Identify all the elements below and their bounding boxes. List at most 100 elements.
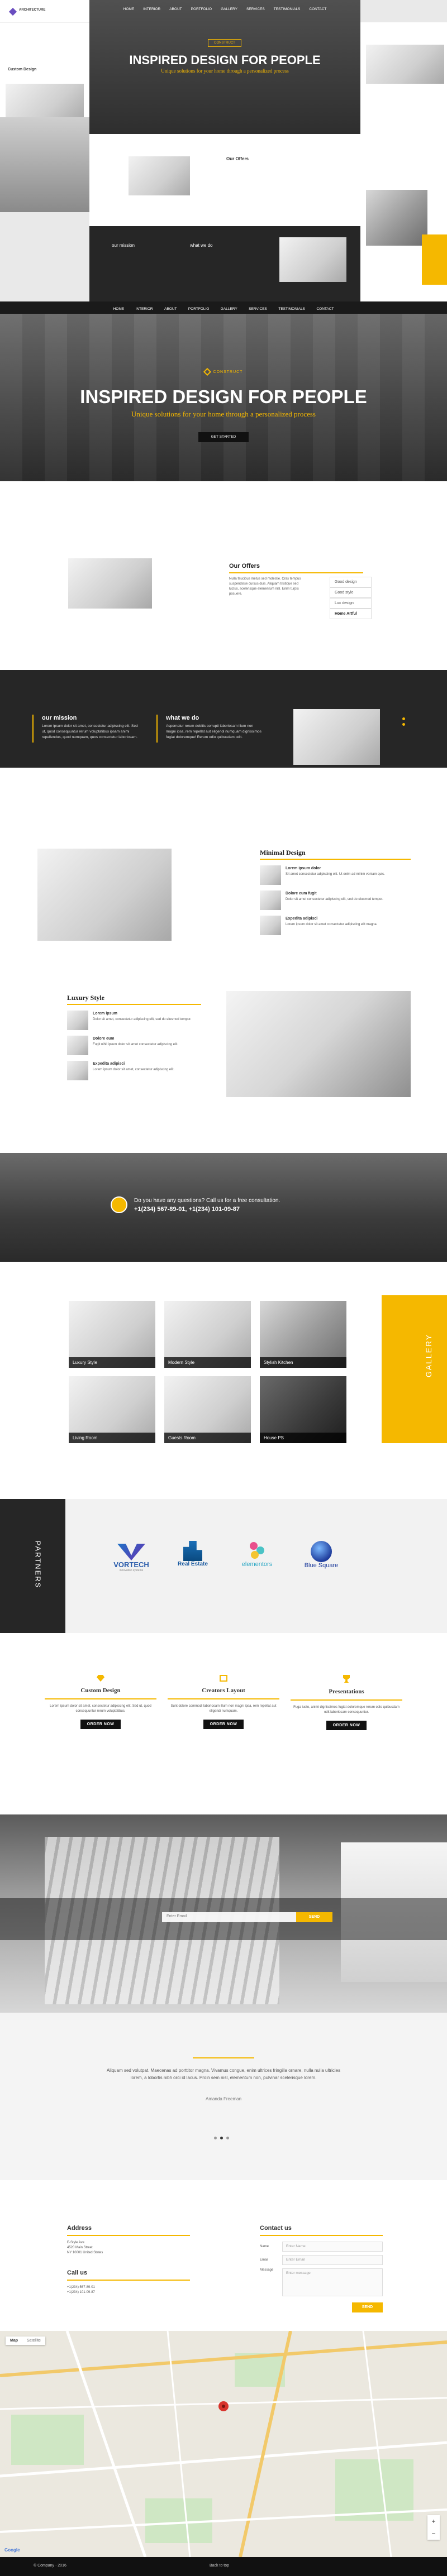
address-lines: E-Style Ave 4520 Main Street NY 10001 Un… [67,2240,103,2256]
service-card: Custom Design Lorem ipsum dolor sit amet… [45,1675,156,1729]
email-input[interactable]: Enter Email [162,1912,296,1922]
partners-tab-label: PARTNERS [34,1540,42,1589]
luxury-item-title: Dolore eum [93,1037,115,1041]
gallery-item-label: Modern Style [164,1357,251,1368]
order-now-button[interactable]: ORDER NOW [80,1720,121,1729]
gallery-section: Luxury Style Modern Style Stylish Kitche… [0,1295,447,1463]
map-canvas[interactable] [0,2331,447,2557]
back-to-top-link[interactable]: Back to top [210,2564,229,2568]
offers-list-item[interactable]: Lux design [330,598,372,609]
slider-dot[interactable] [402,717,405,720]
luxury-item-desc: Fugit nihil ipsum dolor sit amet consect… [93,1043,179,1046]
map-type-map[interactable]: Map [6,2336,22,2345]
mission-text: Lorem ipsum dolor sit amet, consectetur … [42,724,138,739]
offers-list-item-active[interactable]: Home Artful [330,609,372,619]
map-type-satellite[interactable]: Satellite [22,2336,45,2345]
luxury-divider [67,1004,201,1005]
diamond-icon [97,1675,104,1682]
luxury-item-thumb [67,1011,88,1030]
service-title: Creators Layout [202,1687,245,1694]
gallery-item[interactable]: House PS [260,1376,346,1443]
partner-realestate[interactable]: Real Estate [168,1541,218,1567]
gallery-item[interactable]: Luxury Style [69,1301,155,1368]
offers-list-item[interactable]: Good design [330,577,372,587]
gallery-item-label: Guests Room [164,1433,251,1443]
gallery-item[interactable]: Guests Room [164,1376,251,1443]
gallery-item[interactable]: Living Room [69,1376,155,1443]
offers-section: Our Offers Nulla faucibus metus sed mole… [0,519,447,631]
get-started-button[interactable]: GET STARTED [198,432,249,442]
preview-brand: ARCHITECTURE [19,8,46,12]
minimal-item-desc: Lorem ipsum dolor sit amet consectetur a… [286,923,378,926]
preview-nav-item[interactable]: INTERIOR [143,7,160,11]
testimonial-author: Amanda Freeman [205,2096,242,2101]
nav-testimonials[interactable]: TESTIMONIALS [278,307,305,311]
gallery-item[interactable]: Modern Style [164,1301,251,1368]
order-now-button[interactable]: ORDER NOW [203,1720,244,1729]
nav-portfolio[interactable]: PORTFOLIO [188,307,209,311]
message-textarea[interactable]: Enter message [282,2268,383,2296]
preview-nav-item[interactable]: HOME [123,7,135,11]
buildings-logo-icon [183,1541,202,1561]
address-divider [67,2235,190,2236]
name-input[interactable]: Enter Name [282,2242,383,2252]
minimal-item-title: Lorem ipsum dolor [286,866,321,870]
preview-mission-photo [279,237,346,282]
nav-home[interactable]: HOME [113,307,125,311]
partner-bluesquare[interactable]: Blue Square [296,1541,346,1569]
phone-number[interactable]: +1(234) 101-09-87 [67,2290,95,2295]
offers-photo [68,558,152,609]
order-now-button[interactable]: ORDER NOW [326,1721,367,1730]
service-card: Presentations Fuga iusto, animi dignissi… [291,1675,402,1730]
preview-offers-title: Our Offers [226,156,249,161]
brand-logo-icon [8,7,17,16]
phone-number[interactable]: +1(234) 567-89-01 [67,2285,95,2290]
preview-nav-item[interactable]: ABOUT [169,7,182,11]
testimonial-section: Aliquam sed volutpat. Maecenas ad portti… [0,2013,447,2180]
nav-about[interactable]: ABOUT [164,307,177,311]
slider-dot-active[interactable] [220,2137,223,2139]
minimal-item-thumb [260,890,281,910]
preview-side-title: Custom Design [8,68,37,71]
luxury-section: Luxury Style Lorem ipsum Dolor sit amet,… [0,983,447,1100]
offers-list-item[interactable]: Good style [330,587,372,598]
email-field[interactable]: Enter Email [282,2255,383,2265]
slider-dot[interactable] [214,2137,217,2139]
partner-elementors[interactable]: elementors [229,1541,285,1568]
contact-send-button[interactable]: SEND [352,2302,383,2312]
nav-contact[interactable]: CONTACT [316,307,334,311]
gallery-tab: GALLERY [382,1295,447,1443]
partner-vortech[interactable]: VORTECH innovation systems [106,1544,156,1572]
slider-dot[interactable] [402,723,405,726]
preview-gallery-tab [422,234,447,285]
preview-nav-item[interactable]: CONTACT [309,7,326,11]
zoom-in-button[interactable]: + [427,2515,440,2527]
partners-tab: PARTNERS [0,1499,65,1633]
partners-section: PARTNERS VORTECH innovation systems Real… [0,1499,447,1633]
page-root: ARCHITECTURE Custom Design HOME INTERIOR A… [0,0,447,2576]
diamond-icon [203,367,211,376]
minimal-item: Expedita adipisci Lorem ipsum dolor sit … [260,916,411,941]
call-phones: +1(234) 567-89-01 +1(234) 101-09-87 [67,2285,95,2295]
gallery-item[interactable]: Stylish Kitchen [260,1301,346,1368]
minimal-item: Dolore eum fugit Dolor sit amet consecte… [260,890,411,916]
address-line: 4520 Main Street [67,2246,93,2249]
preview-nav-item[interactable]: GALLERY [221,7,237,11]
preview-nav-item[interactable]: SERVICES [246,7,265,11]
nav-interior[interactable]: INTERIOR [136,307,153,311]
send-button[interactable]: SEND [296,1912,332,1922]
address-line: NY 10001 United States [67,2251,103,2254]
nav-services[interactable]: SERVICES [249,307,267,311]
map-type-control: Map Satellite [6,2336,45,2345]
zoom-out-button[interactable]: − [427,2527,440,2540]
bluesquare-logo-icon [311,1541,332,1562]
preview-nav-item[interactable]: TESTIMONIALS [274,7,301,11]
minimal-item-thumb [260,916,281,935]
slider-dot[interactable] [226,2137,229,2139]
whatwedo-title: what we do [166,715,199,721]
nav-gallery[interactable]: GALLERY [221,307,237,311]
preview-whatwedo-title: what we do [190,243,213,248]
minimal-item-desc: Sit amet consectetur adipiscing elit. Ut… [286,873,385,876]
preview-nav-item[interactable]: PORTFOLIO [191,7,212,11]
luxury-item: Lorem ipsum Dolor sit amet, consectetur … [67,1011,201,1036]
